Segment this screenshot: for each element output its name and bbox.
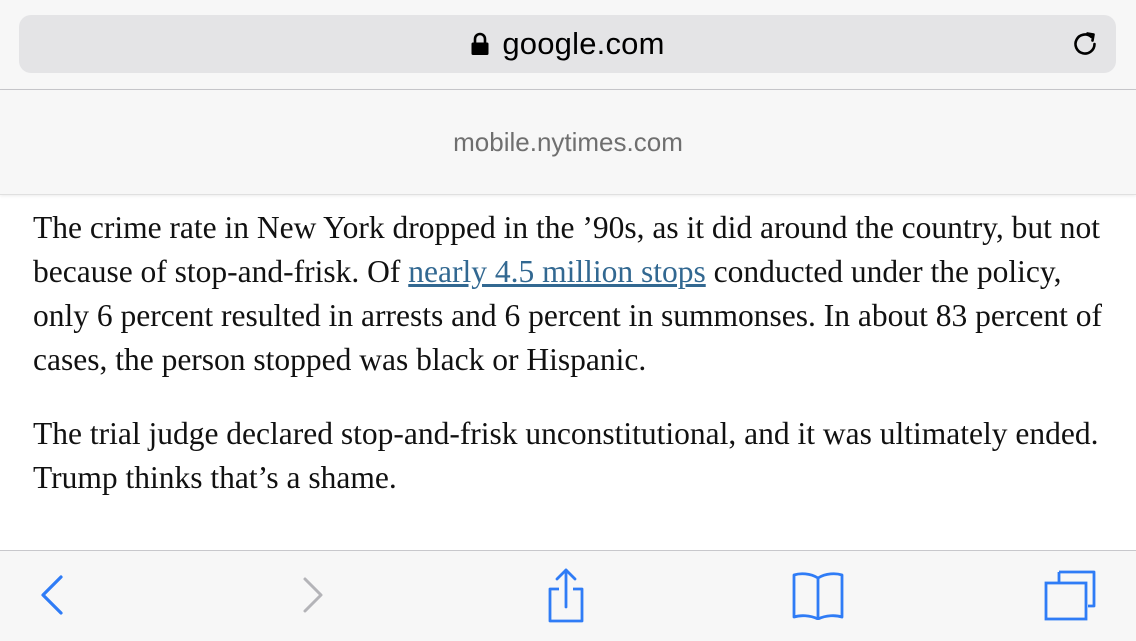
article-paragraph: The trial judge declared stop-and-frisk … [33, 416, 1099, 495]
address-bar-area: google.com [0, 0, 1136, 90]
reload-icon[interactable] [1070, 29, 1100, 59]
back-button[interactable] [24, 569, 80, 625]
tabs-button[interactable] [1042, 569, 1098, 625]
share-button[interactable] [538, 567, 594, 628]
url-display: google.com [19, 15, 1116, 73]
lock-icon [470, 32, 490, 56]
share-icon [544, 567, 588, 628]
article-body: The crime rate in New York dropped in th… [33, 206, 1113, 546]
forward-button[interactable] [284, 569, 340, 625]
url-field[interactable]: google.com [19, 15, 1116, 73]
back-icon [37, 573, 67, 622]
site-domain: mobile.nytimes.com [453, 126, 683, 157]
forward-icon [297, 573, 327, 622]
browser-toolbar [0, 550, 1136, 641]
tabs-icon [1043, 568, 1097, 627]
stops-data-link[interactable]: nearly 4.5 million stops [408, 254, 705, 289]
url-text: google.com [502, 26, 665, 61]
bookmarks-button[interactable] [790, 569, 846, 625]
site-banner: mobile.nytimes.com [0, 90, 1136, 195]
article-paragraph: The crime rate in New York dropped in th… [33, 206, 1113, 382]
bookmarks-icon [790, 570, 846, 625]
